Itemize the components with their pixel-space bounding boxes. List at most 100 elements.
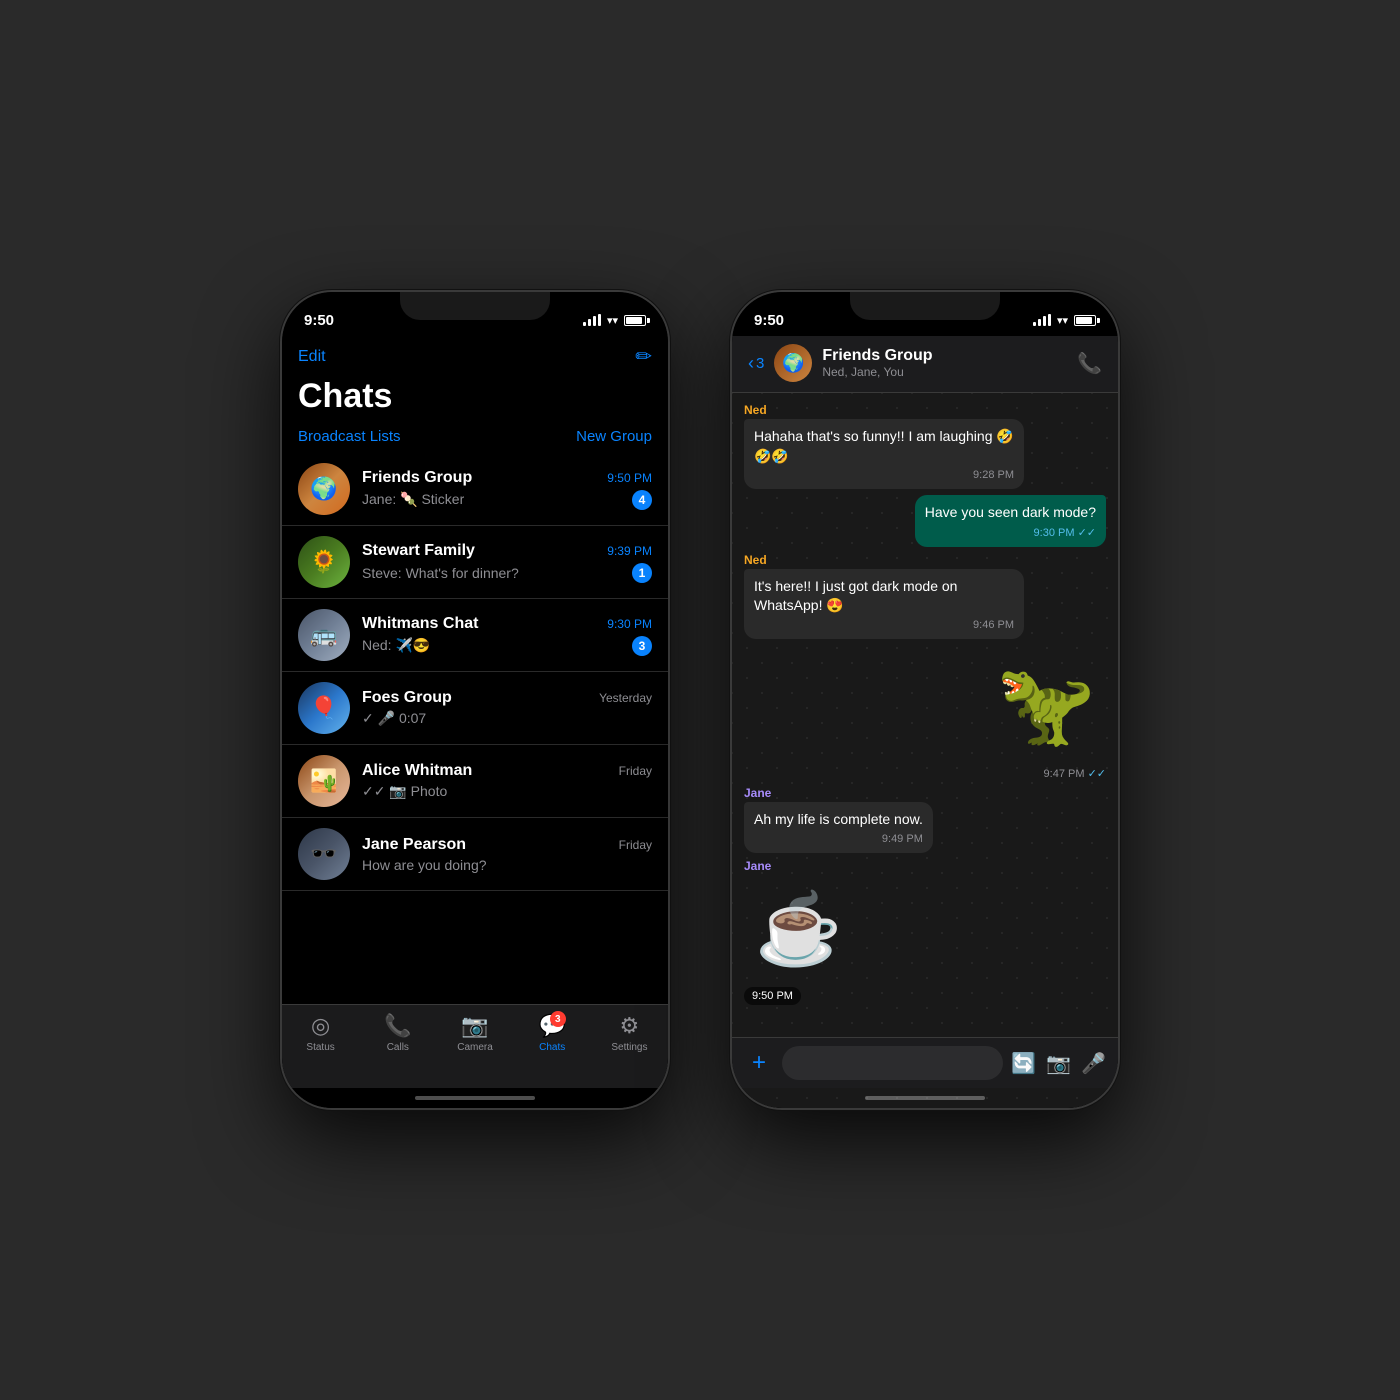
new-group-link[interactable]: New Group [576, 428, 652, 445]
msg-text-ned-2: It's here!! I just got dark mode on What… [754, 578, 957, 614]
dino-emoji: 🦖 [986, 645, 1106, 765]
chat-preview-whitmans: Ned: ✈️😎 [362, 637, 430, 654]
chat-item-jane[interactable]: 🕶️ Jane Pearson Friday How are you doing… [282, 818, 668, 891]
msg-text-sent-1: Have you seen dark mode? [925, 504, 1096, 520]
avatar-friends-group: 🌍 [298, 463, 350, 515]
chats-header: Edit ✏ [282, 336, 668, 373]
tab-camera-label: Camera [457, 1042, 493, 1053]
sticker-dino-time: 9:47 PM ✓✓ [1044, 767, 1106, 780]
tab-bar: ◎ Status 📞 Calls 📷 Camera 💬 3 Chats [282, 1004, 668, 1088]
status-icons-right: ▾▾ [1033, 314, 1096, 327]
camera-icon: 📷 [462, 1013, 488, 1039]
sticker-dino: 🦖 [986, 645, 1106, 765]
chat-view-screen: 9:50 ▾▾ ‹ 3 🌍 Friends Group Ned, Jane, Y… [732, 292, 1118, 1108]
call-button[interactable]: 📞 [1077, 351, 1102, 376]
chat-preview-jane: How are you doing? [362, 857, 487, 873]
chat-preview-alice: ✓✓ 📷 Photo [362, 783, 447, 800]
chat-view: Ned Hahaha that's so funny!! I am laughi… [732, 393, 1118, 1108]
chats-content: Edit ✏ Chats Broadcast Lists New Group 🌍… [282, 336, 668, 1108]
chat-content-stewart: Stewart Family 9:39 PM Steve: What's for… [362, 542, 652, 583]
status-bar-right: 9:50 ▾▾ [732, 292, 1118, 336]
chat-content-jane: Jane Pearson Friday How are you doing? [362, 836, 652, 873]
wifi-icon-right: ▾▾ [1057, 314, 1068, 327]
sticker-input-icon[interactable]: 🔄 [1011, 1051, 1036, 1076]
status-icons-left: ▾▾ [583, 314, 646, 327]
chat-item-whitmans[interactable]: 🚌 Whitmans Chat 9:30 PM Ned: ✈️😎 3 [282, 599, 668, 672]
bubble-sent-1: Have you seen dark mode? 9:30 PM ✓✓ [915, 495, 1106, 547]
tab-status-label: Status [306, 1042, 334, 1053]
badge-stewart: 1 [632, 563, 652, 583]
msg-group-jane-1: Jane Ah my life is complete now. 9:49 PM [744, 786, 1106, 853]
tab-chats-label: Chats [539, 1042, 565, 1053]
badge-whitmans: 3 [632, 636, 652, 656]
chats-screen: 9:50 ▾▾ Edit ✏ Chats Broadcast Lists New… [282, 292, 668, 1108]
chat-content-alice: Alice Whitman Friday ✓✓ 📷 Photo [362, 762, 652, 800]
chat-time-whitmans: 9:30 PM [607, 617, 652, 631]
status-time-right: 9:50 [754, 312, 784, 329]
msg-group-sticker-cup: Jane ☕ 9:50 PM [744, 859, 854, 1005]
chat-time-friends: 9:50 PM [607, 471, 652, 485]
chat-item-friends-group[interactable]: 🌍 Friends Group 9:50 PM Jane: 🍡 Sticker … [282, 453, 668, 526]
avatar-foes: 🎈 [298, 682, 350, 734]
cup-emoji: ☕ [755, 889, 842, 971]
chats-links: Broadcast Lists New Group [282, 424, 668, 453]
msg-group-ned-2: Ned It's here!! I just got dark mode on … [744, 553, 1106, 639]
msg-meta-ned-1: 9:28 PM [754, 469, 1014, 481]
chat-time-foes: Yesterday [599, 691, 652, 705]
chat-preview-foes: ✓ 🎤 0:07 [362, 710, 426, 727]
bubble-ned-2: It's here!! I just got dark mode on What… [744, 569, 1024, 639]
chat-preview-friends: Jane: 🍡 Sticker [362, 491, 464, 508]
sticker-cup-time: 9:50 PM [744, 987, 801, 1005]
back-count: 3 [756, 355, 764, 372]
settings-icon: ⚙ [616, 1013, 642, 1039]
msg-group-ned-1: Ned Hahaha that's so funny!! I am laughi… [744, 403, 1106, 489]
chat-item-alice[interactable]: 🏜️ Alice Whitman Friday ✓✓ 📷 Photo [282, 745, 668, 818]
msg-meta-sent-1: 9:30 PM ✓✓ [925, 526, 1096, 539]
chat-item-stewart[interactable]: 🌻 Stewart Family 9:39 PM Steve: What's f… [282, 526, 668, 599]
msg-meta-ned-2: 9:46 PM [754, 619, 1014, 631]
msg-group-sent-1: Have you seen dark mode? 9:30 PM ✓✓ [744, 495, 1106, 547]
tab-calls[interactable]: 📞 Calls [359, 1013, 436, 1053]
tab-camera[interactable]: 📷 Camera [436, 1013, 513, 1053]
tab-settings[interactable]: ⚙ Settings [591, 1013, 668, 1053]
chat-name-friends: Friends Group [362, 469, 472, 487]
chat-name-stewart: Stewart Family [362, 542, 475, 560]
broadcast-lists-link[interactable]: Broadcast Lists [298, 428, 401, 445]
status-icon: ◎ [308, 1013, 334, 1039]
sender-ned-2: Ned [744, 553, 767, 567]
chat-content-whitmans: Whitmans Chat 9:30 PM Ned: ✈️😎 3 [362, 615, 652, 656]
back-chevron-icon: ‹ [748, 353, 754, 374]
phone-right: 9:50 ▾▾ ‹ 3 🌍 Friends Group Ned, Jane, Y… [730, 290, 1120, 1110]
avatar-whitmans: 🚌 [298, 609, 350, 661]
group-avatar: 🌍 [774, 344, 812, 382]
tab-status[interactable]: ◎ Status [282, 1013, 359, 1053]
chat-content-foes: Foes Group Yesterday ✓ 🎤 0:07 [362, 689, 652, 727]
chat-name-whitmans: Whitmans Chat [362, 615, 478, 633]
compose-button[interactable]: ✏ [635, 344, 652, 369]
phone-left: 9:50 ▾▾ Edit ✏ Chats Broadcast Lists New… [280, 290, 670, 1110]
camera-input-icon[interactable]: 📷 [1046, 1051, 1071, 1076]
header-info: Friends Group Ned, Jane, You [822, 347, 1067, 379]
signal-icon-right [1033, 314, 1051, 326]
mic-input-icon[interactable]: 🎤 [1081, 1051, 1106, 1076]
chat-item-foes[interactable]: 🎈 Foes Group Yesterday ✓ 🎤 0:07 [282, 672, 668, 745]
calls-icon: 📞 [385, 1013, 411, 1039]
group-members: Ned, Jane, You [822, 365, 1067, 379]
message-input[interactable] [782, 1046, 1003, 1080]
chat-name-jane: Jane Pearson [362, 836, 466, 854]
tab-chats[interactable]: 💬 3 Chats [514, 1013, 591, 1053]
edit-button[interactable]: Edit [298, 348, 326, 366]
signal-icon [583, 314, 601, 326]
chat-content-friends: Friends Group 9:50 PM Jane: 🍡 Sticker 4 [362, 469, 652, 510]
chat-header: ‹ 3 🌍 Friends Group Ned, Jane, You 📞 [732, 336, 1118, 393]
wifi-icon: ▾▾ [607, 314, 618, 327]
chat-time-alice: Friday [619, 764, 652, 778]
avatar-jane: 🕶️ [298, 828, 350, 880]
avatar-alice: 🏜️ [298, 755, 350, 807]
chat-name-foes: Foes Group [362, 689, 452, 707]
input-icons: 🔄 📷 🎤 [1011, 1051, 1106, 1076]
back-button[interactable]: ‹ 3 [748, 353, 764, 374]
chat-preview-stewart: Steve: What's for dinner? [362, 565, 519, 581]
plus-button[interactable]: + [744, 1048, 774, 1078]
chat-time-stewart: 9:39 PM [607, 544, 652, 558]
